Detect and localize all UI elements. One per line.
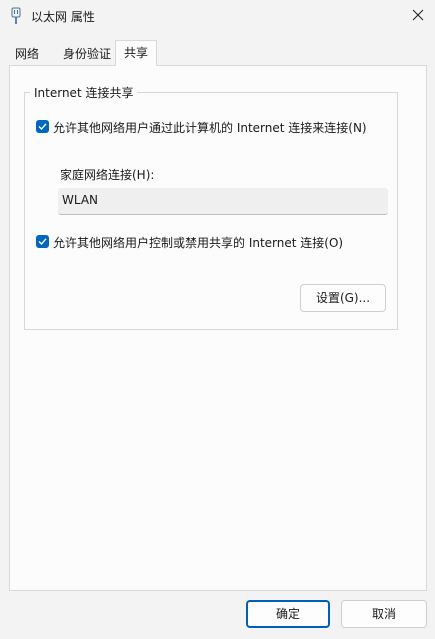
tab-network[interactable]: 网络 [9,43,45,65]
ok-button[interactable]: 确定 [246,600,330,628]
network-adapter-icon [10,7,22,25]
tab-sharing[interactable]: 共享 [115,40,158,66]
home-network-label: 家庭网络连接(H): [60,168,155,182]
title-bar: 以太网 属性 [0,0,435,32]
tab-authentication[interactable]: 身份验证 [57,43,117,65]
checkmark-icon [38,238,47,246]
home-network-value: WLAN [62,193,99,207]
ics-group-title: Internet 连接共享 [30,84,138,101]
window-title: 以太网 属性 [31,10,95,24]
tab-strip: 网络 身份验证 共享 [0,40,435,66]
allow-control-checkbox[interactable] [36,235,49,248]
settings-button[interactable]: 设置(G)... [300,284,386,312]
allow-share-checkbox[interactable] [36,120,49,133]
home-network-field[interactable]: WLAN [58,188,388,215]
allow-share-label[interactable]: 允许其他网络用户通过此计算机的 Internet 连接来连接(N) [53,119,367,136]
allow-control-label[interactable]: 允许其他网络用户控制或禁用共享的 Internet 连接(O) [53,234,343,251]
cancel-button[interactable]: 取消 [341,600,427,628]
close-icon [412,9,424,21]
checkmark-icon [38,123,47,131]
close-button[interactable] [402,0,435,32]
